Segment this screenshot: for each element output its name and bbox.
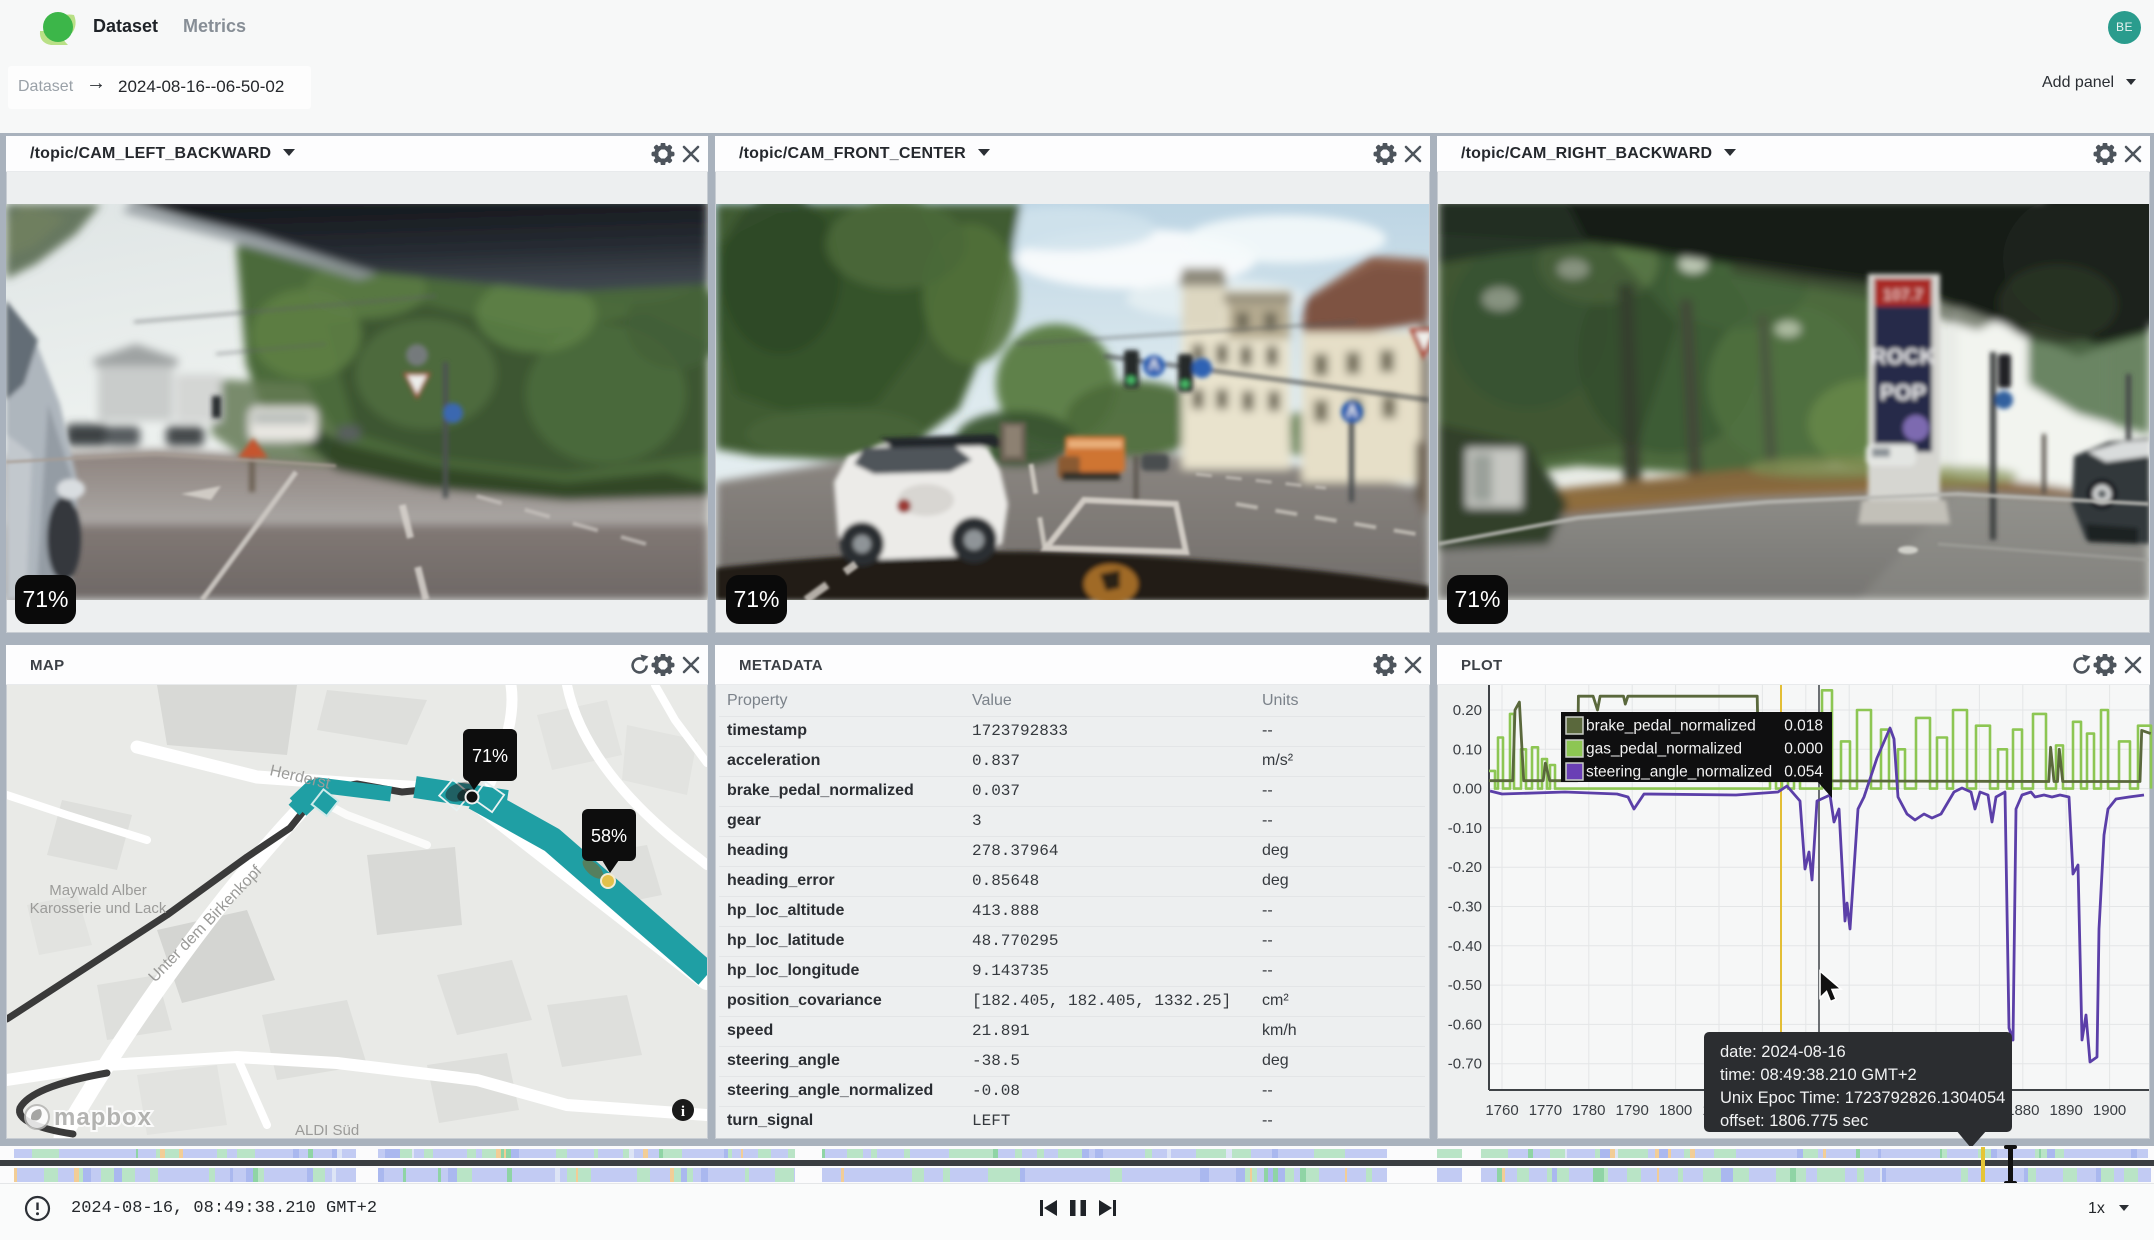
svg-text:1890: 1890 bbox=[2050, 1102, 2083, 1119]
svg-text:-0.70: -0.70 bbox=[1448, 1056, 1482, 1073]
svg-text:0.20: 0.20 bbox=[1453, 702, 1482, 719]
svg-text:gas_pedal_normalized: gas_pedal_normalized bbox=[1586, 741, 1742, 758]
svg-text:107.7: 107.7 bbox=[1883, 287, 1923, 304]
svg-text:0.018: 0.018 bbox=[1784, 718, 1823, 735]
svg-text:1760: 1760 bbox=[1485, 1102, 1518, 1119]
svg-text:offset: 1806.775 sec: offset: 1806.775 sec bbox=[1720, 1112, 1868, 1130]
svg-text:58%: 58% bbox=[591, 826, 627, 846]
svg-text:-0.10: -0.10 bbox=[1448, 820, 1482, 837]
svg-text:0.00: 0.00 bbox=[1453, 781, 1482, 798]
svg-text:date: 2024-08-16: date: 2024-08-16 bbox=[1720, 1043, 1846, 1061]
svg-text:Maywald Alber: Maywald Alber bbox=[49, 882, 147, 899]
svg-text:time: 08:49:38.210 GMT+2: time: 08:49:38.210 GMT+2 bbox=[1720, 1066, 1917, 1084]
svg-text:ROCK: ROCK bbox=[1871, 344, 1936, 369]
svg-text:Unix Epoc Time: 1723792826.130: Unix Epoc Time: 1723792826.1304054 bbox=[1720, 1089, 2005, 1107]
svg-text:-0.50: -0.50 bbox=[1448, 977, 1482, 994]
svg-text:POP: POP bbox=[1880, 380, 1926, 405]
svg-text:0.054: 0.054 bbox=[1784, 764, 1823, 781]
svg-text:-0.60: -0.60 bbox=[1448, 1016, 1482, 1033]
svg-text:-0.30: -0.30 bbox=[1448, 899, 1482, 916]
svg-text:-0.40: -0.40 bbox=[1448, 938, 1482, 955]
svg-text:steering_angle_normalized: steering_angle_normalized bbox=[1586, 764, 1772, 781]
svg-text:Karosserie und Lack: Karosserie und Lack bbox=[30, 900, 167, 917]
svg-text:1790: 1790 bbox=[1616, 1102, 1649, 1119]
svg-text:1900: 1900 bbox=[2093, 1102, 2126, 1119]
svg-text:1770: 1770 bbox=[1529, 1102, 1562, 1119]
svg-text:1800: 1800 bbox=[1659, 1102, 1692, 1119]
svg-text:71%: 71% bbox=[472, 746, 508, 766]
svg-text:brake_pedal_normalized: brake_pedal_normalized bbox=[1586, 718, 1756, 735]
svg-text:-0.20: -0.20 bbox=[1448, 859, 1482, 876]
svg-text:0.000: 0.000 bbox=[1784, 741, 1823, 758]
svg-text:ALDI Süd: ALDI Süd bbox=[295, 1122, 359, 1138]
svg-text:1780: 1780 bbox=[1572, 1102, 1605, 1119]
svg-text:mapbox: mapbox bbox=[54, 1104, 152, 1131]
svg-text:0.10: 0.10 bbox=[1453, 741, 1482, 758]
svg-text:i: i bbox=[681, 1104, 685, 1120]
